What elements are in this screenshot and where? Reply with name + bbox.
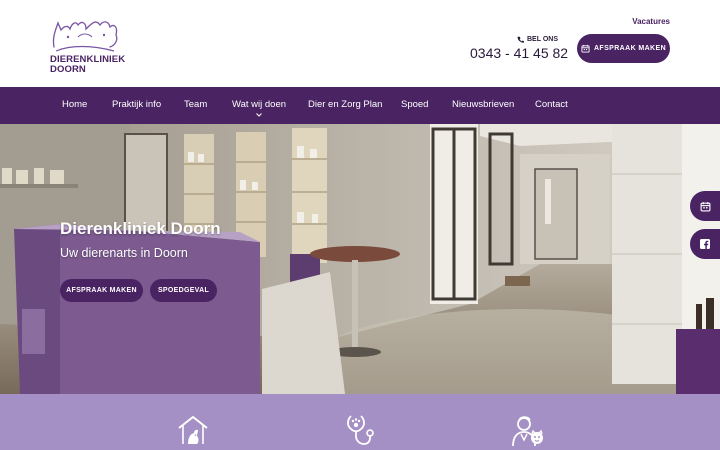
nav-item-home[interactable]: Home: [62, 87, 87, 124]
chevron-down-icon: [256, 113, 262, 117]
hero-banner: Dierenkliniek Doorn Uw dierenarts in Doo…: [0, 124, 720, 394]
features-strip: [0, 394, 720, 450]
calendar-icon: [700, 201, 710, 211]
stethoscope-paw-icon: [347, 415, 374, 445]
animals-logo-icon: [52, 21, 118, 52]
nav-item-dier-en-zorg-plan[interactable]: Dier en Zorg Plan: [308, 87, 382, 124]
nav-item-spoed[interactable]: Spoed: [401, 87, 428, 124]
nav-item-team[interactable]: Team: [184, 87, 207, 124]
calendar-icon: [581, 44, 590, 53]
bel-ons-label: BEL ONS: [470, 36, 558, 43]
logo-text: DIERENKLINIEK DOORN: [50, 55, 125, 74]
nav-item-wat-wij-doen[interactable]: Wat wij doen: [232, 87, 286, 124]
logo-line-2: DOORN: [50, 63, 86, 75]
hero-title: Dierenkliniek Doorn: [60, 219, 221, 238]
bel-ons-text: BEL ONS: [527, 36, 558, 43]
hero-appointment-button[interactable]: AFSPRAAK MAKEN: [60, 279, 143, 302]
side-facebook-tab[interactable]: [690, 229, 720, 259]
main-nav: Home Praktijk info Team Wat wij doen Die…: [0, 87, 720, 124]
facebook-icon: [700, 239, 710, 249]
hero-subtitle: Uw dierenarts in Doorn: [60, 246, 188, 260]
clinic-logo[interactable]: DIERENKLINIEK DOORN: [48, 17, 125, 75]
veterinarian-icon: [512, 416, 543, 446]
nav-item-contact[interactable]: Contact: [535, 87, 568, 124]
side-appointment-tab[interactable]: [690, 191, 720, 221]
house-pet-icon: [178, 416, 208, 444]
header-appointment-label: AFSPRAAK MAKEN: [593, 45, 667, 52]
header-appointment-button[interactable]: AFSPRAAK MAKEN: [577, 34, 670, 63]
phone-icon: [517, 36, 524, 43]
nav-item-praktijk-info[interactable]: Praktijk info: [112, 87, 161, 124]
site-header: DIERENKLINIEK DOORN Vacatures BEL ONS 03…: [0, 0, 720, 87]
hero-spoedgeval-button[interactable]: SPOEDGEVAL: [150, 279, 217, 302]
nav-item-wat-wij-doen-label: Wat wij doen: [232, 99, 287, 110]
phone-number[interactable]: 0343 - 41 45 82: [470, 45, 568, 61]
nav-item-nieuwsbrieven[interactable]: Nieuwsbrieven: [452, 87, 514, 124]
phone-block[interactable]: BEL ONS 0343 - 41 45 82: [470, 36, 568, 61]
vacatures-link[interactable]: Vacatures: [632, 17, 670, 26]
